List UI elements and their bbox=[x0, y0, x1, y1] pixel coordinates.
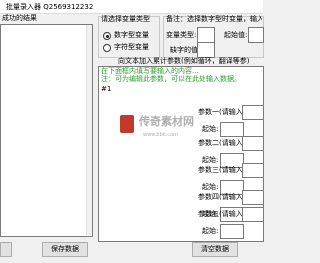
param-input[interactable] bbox=[242, 190, 264, 205]
save-data-button[interactable]: 保存数据 bbox=[42, 242, 88, 257]
results-textarea[interactable] bbox=[0, 24, 93, 237]
watermark-text: 传奇素材网 bbox=[139, 115, 194, 128]
start-value-label: 起始值: bbox=[224, 31, 248, 39]
param-label: 参数四(请输入) bbox=[198, 193, 246, 201]
param-label: 参数五(请输入) bbox=[198, 210, 246, 218]
param-start-label: 起始: bbox=[202, 183, 219, 191]
variable-type-label: 请选择变量类型 bbox=[101, 15, 150, 23]
title-bar: 批量录入器 Q2569312232 bbox=[0, 0, 263, 14]
numeric-variable-label: 数字型变量 bbox=[114, 31, 149, 39]
param-input[interactable] bbox=[242, 105, 264, 120]
radio-unselected-icon bbox=[103, 44, 111, 52]
param-input[interactable] bbox=[242, 207, 264, 222]
var-type-label: 变量类型: bbox=[166, 31, 197, 39]
results-scrollbar[interactable] bbox=[86, 25, 92, 235]
results-label: 成功的结果 bbox=[2, 14, 37, 22]
param-input[interactable] bbox=[242, 136, 264, 151]
notes-label: 备注：选择数字型时变量，输入框内 bbox=[166, 15, 262, 23]
start-value-input[interactable] bbox=[248, 27, 264, 43]
step-value-label: 缺字的值: bbox=[170, 46, 201, 54]
string-variable-label: 字符型变量 bbox=[114, 43, 149, 51]
param-start-input[interactable] bbox=[220, 224, 244, 239]
param-label: 参数三(请输入) bbox=[198, 166, 246, 174]
watermark-url: www.bbk.com bbox=[143, 132, 178, 138]
watermark-logo-icon bbox=[120, 115, 134, 133]
step-value-input[interactable] bbox=[197, 42, 215, 58]
param-row: 参数五(请输入) 起始: bbox=[198, 207, 264, 240]
var-type-input[interactable] bbox=[197, 27, 215, 43]
string-variable-radio[interactable]: 字符型变量 bbox=[103, 43, 163, 52]
window-title: 批量录入器 Q2569312232 bbox=[6, 3, 94, 11]
left-partial-button[interactable] bbox=[0, 242, 12, 257]
param-label: 参数二(请输入) bbox=[198, 139, 246, 147]
param-start-input[interactable] bbox=[220, 122, 244, 137]
param-input[interactable] bbox=[242, 163, 264, 178]
main-text-heading: 向文本加入累计参数(例如循环，翻译等参) bbox=[118, 57, 250, 65]
numeric-variable-radio[interactable]: 数字型变量 bbox=[103, 31, 163, 40]
param-start-label: 起始: bbox=[202, 125, 219, 133]
radio-selected-icon bbox=[103, 32, 111, 40]
main-text-value: #1 bbox=[101, 85, 112, 93]
param-label: 参数一(请输入) bbox=[198, 108, 246, 116]
param-start-label: 起始: bbox=[202, 227, 219, 235]
clear-data-button[interactable]: 清空数据 bbox=[192, 242, 238, 257]
param-start-label: 起始: bbox=[202, 156, 219, 164]
placeholder-line-2: 注：可为编辑此参数，可以在此处输入数据。 bbox=[101, 75, 241, 83]
